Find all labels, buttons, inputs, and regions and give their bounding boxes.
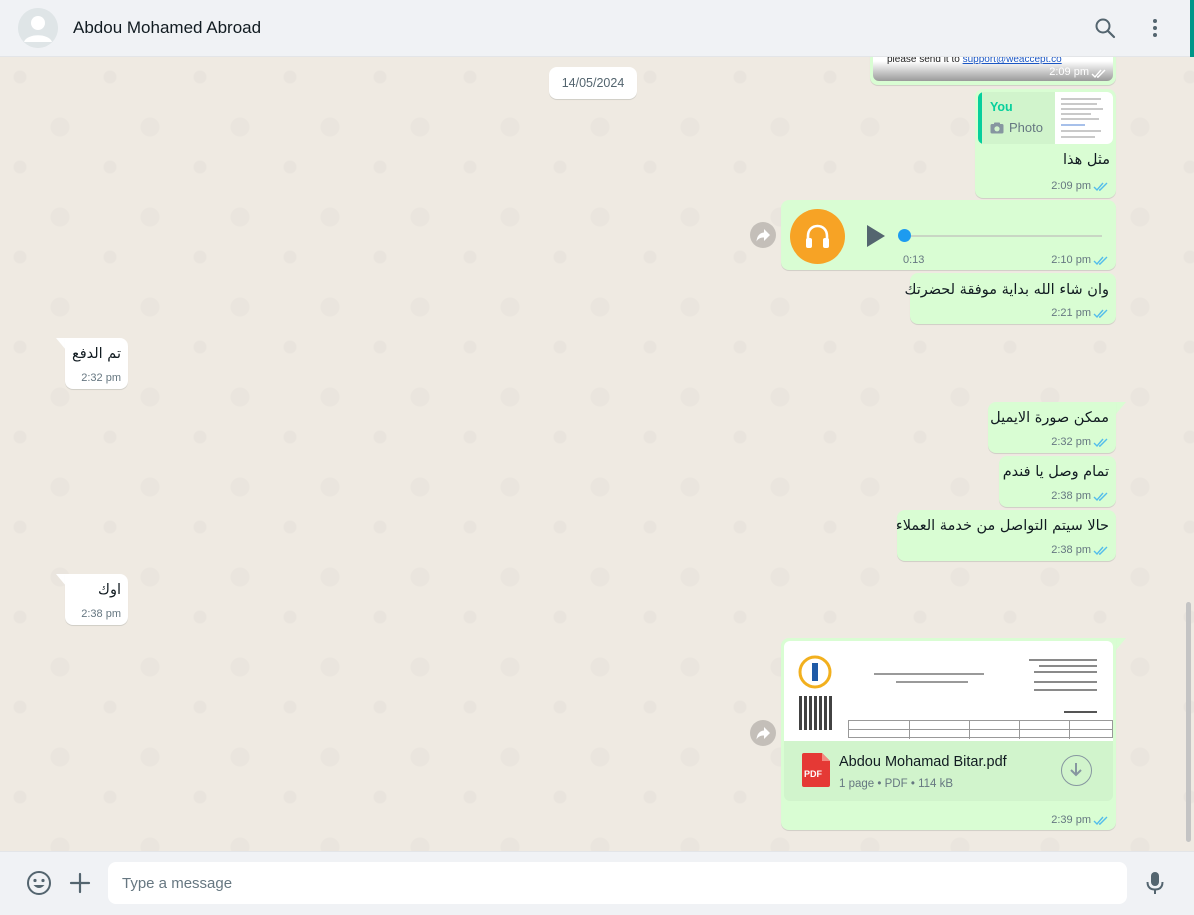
message-time: 2:32 pm — [81, 372, 121, 384]
bubble-tail — [1116, 402, 1126, 414]
file-meta-pages: 1 page — [839, 778, 875, 790]
company-logo-icon — [798, 655, 832, 689]
read-ticks-icon — [1093, 182, 1108, 192]
message-text: اوك — [98, 582, 121, 598]
message-bubble-text[interactable]: وان شاء الله بداية موفقة لحضرتك 2:21 pm — [904, 273, 1116, 324]
file-meta-type: PDF — [884, 778, 908, 790]
quote-author: You — [990, 100, 1013, 114]
quoted-message[interactable]: You Photo — [978, 92, 1113, 144]
avatar-default-icon — [18, 8, 58, 48]
message-text: وان شاء الله بداية موفقة لحضرتك — [904, 282, 1109, 298]
download-button[interactable] — [1061, 755, 1092, 786]
image-caption-prefix: please send it to — [887, 57, 963, 65]
emoji-icon[interactable] — [26, 870, 52, 896]
date-separator: 14/05/2024 — [549, 67, 637, 99]
meta-dot-separator: • — [877, 778, 885, 790]
message-bubble-text[interactable]: تمام وصل يا فندم 2:38 pm — [999, 456, 1116, 507]
message-text: حالا سيتم التواصل من خدمة العملاء — [895, 518, 1109, 534]
file-meta: 1 page • PDF • 114 kB — [839, 778, 953, 790]
forward-button[interactable] — [750, 222, 776, 248]
document-file-card[interactable]: PDF Abdou Mohamad Bitar.pdf 1 page • PDF… — [784, 741, 1113, 801]
message-time: 2:10 pm — [1051, 254, 1091, 266]
attach-plus-icon[interactable] — [67, 870, 93, 896]
message-text: مثل هذا — [1062, 152, 1110, 168]
microphone-icon[interactable] — [1142, 870, 1168, 896]
message-bubble-text[interactable]: اوك 2:38 pm — [65, 574, 128, 625]
scrollbar-thumb[interactable] — [1186, 602, 1191, 842]
image-caption-text: please send it to support@weaccept.co — [887, 57, 1062, 65]
message-time: 2:32 pm — [1051, 436, 1091, 448]
file-meta-size: 114 kB — [918, 778, 954, 790]
message-time: 2:39 pm — [1051, 814, 1091, 826]
message-time: 2:09 pm — [1049, 66, 1089, 78]
message-time: 2:09 pm — [1051, 180, 1091, 192]
audio-seek-knob[interactable] — [898, 229, 911, 242]
message-text: تم الدفع — [71, 346, 121, 362]
contact-name[interactable]: Abdou Mohamed Abroad — [73, 18, 261, 38]
quote-thumbnail — [1055, 92, 1113, 144]
message-time: 2:38 pm — [1051, 490, 1091, 502]
menu-dots-icon[interactable] — [1143, 16, 1167, 40]
audio-seek-bar[interactable] — [898, 229, 1102, 242]
camera-icon — [990, 122, 1004, 134]
read-ticks-icon — [1093, 309, 1108, 319]
read-ticks-icon — [1093, 438, 1108, 448]
meta-dot-separator: • — [910, 778, 919, 790]
headphones-icon — [806, 224, 829, 248]
chat-scrollbar[interactable] — [1182, 57, 1194, 851]
search-icon[interactable] — [1093, 16, 1117, 40]
quote-accent-bar — [978, 92, 982, 144]
message-bubble-audio[interactable]: 0:13 2:10 pm — [781, 200, 1116, 270]
message-time: 2:38 pm — [81, 608, 121, 620]
audio-duration: 0:13 — [903, 254, 925, 266]
read-ticks-icon — [1093, 816, 1108, 826]
forward-icon — [756, 229, 770, 242]
message-text: تمام وصل يا فندم — [1002, 464, 1109, 480]
read-ticks-icon — [1093, 546, 1108, 556]
bubble-tail — [1116, 638, 1126, 650]
message-bubble-text[interactable]: ممكن صورة الايميل 2:32 pm — [988, 402, 1116, 453]
forward-icon — [756, 727, 770, 740]
message-bubble-text[interactable]: تم الدفع 2:32 pm — [65, 338, 128, 389]
pdf-badge-text: PDF — [804, 769, 822, 779]
forward-button[interactable] — [750, 720, 776, 746]
message-time: 2:38 pm — [1051, 544, 1091, 556]
image-preview-bottom[interactable]: please send it to support@weaccept.co 2:… — [873, 57, 1113, 81]
message-composer — [0, 851, 1194, 915]
support-email-link[interactable]: support@weaccept.co — [963, 57, 1062, 65]
message-input[interactable] — [108, 862, 1127, 904]
document-table — [848, 720, 1113, 739]
message-bubble-image[interactable]: please send it to support@weaccept.co 2:… — [870, 57, 1116, 85]
download-arrow-icon — [1070, 763, 1082, 777]
document-preview[interactable] — [784, 641, 1113, 741]
file-name[interactable]: Abdou Mohamad Bitar.pdf — [839, 754, 1007, 770]
message-bubble-reply[interactable]: You Photo مثل هذا 2:09 pm — [975, 89, 1116, 198]
message-bubble-document[interactable]: PDF Abdou Mohamad Bitar.pdf 1 page • PDF… — [781, 638, 1116, 830]
quote-label: Photo — [1009, 120, 1043, 135]
audio-sender-avatar — [790, 209, 845, 264]
read-ticks-icon — [1093, 256, 1108, 266]
audio-play-glyph[interactable] — [865, 224, 887, 248]
message-text: ممكن صورة الايميل — [990, 410, 1109, 426]
chat-header: Abdou Mohamed Abroad — [0, 0, 1194, 57]
message-time: 2:21 pm — [1051, 307, 1091, 319]
read-ticks-icon — [1093, 492, 1108, 502]
message-list[interactable]: 14/05/2024 please send it to support@wea… — [0, 57, 1194, 851]
contact-avatar[interactable] — [18, 8, 58, 48]
message-bubble-text[interactable]: حالا سيتم التواصل من خدمة العملاء 2:38 p… — [895, 510, 1116, 561]
read-ticks-icon — [1091, 69, 1106, 79]
qr-code — [799, 696, 833, 730]
